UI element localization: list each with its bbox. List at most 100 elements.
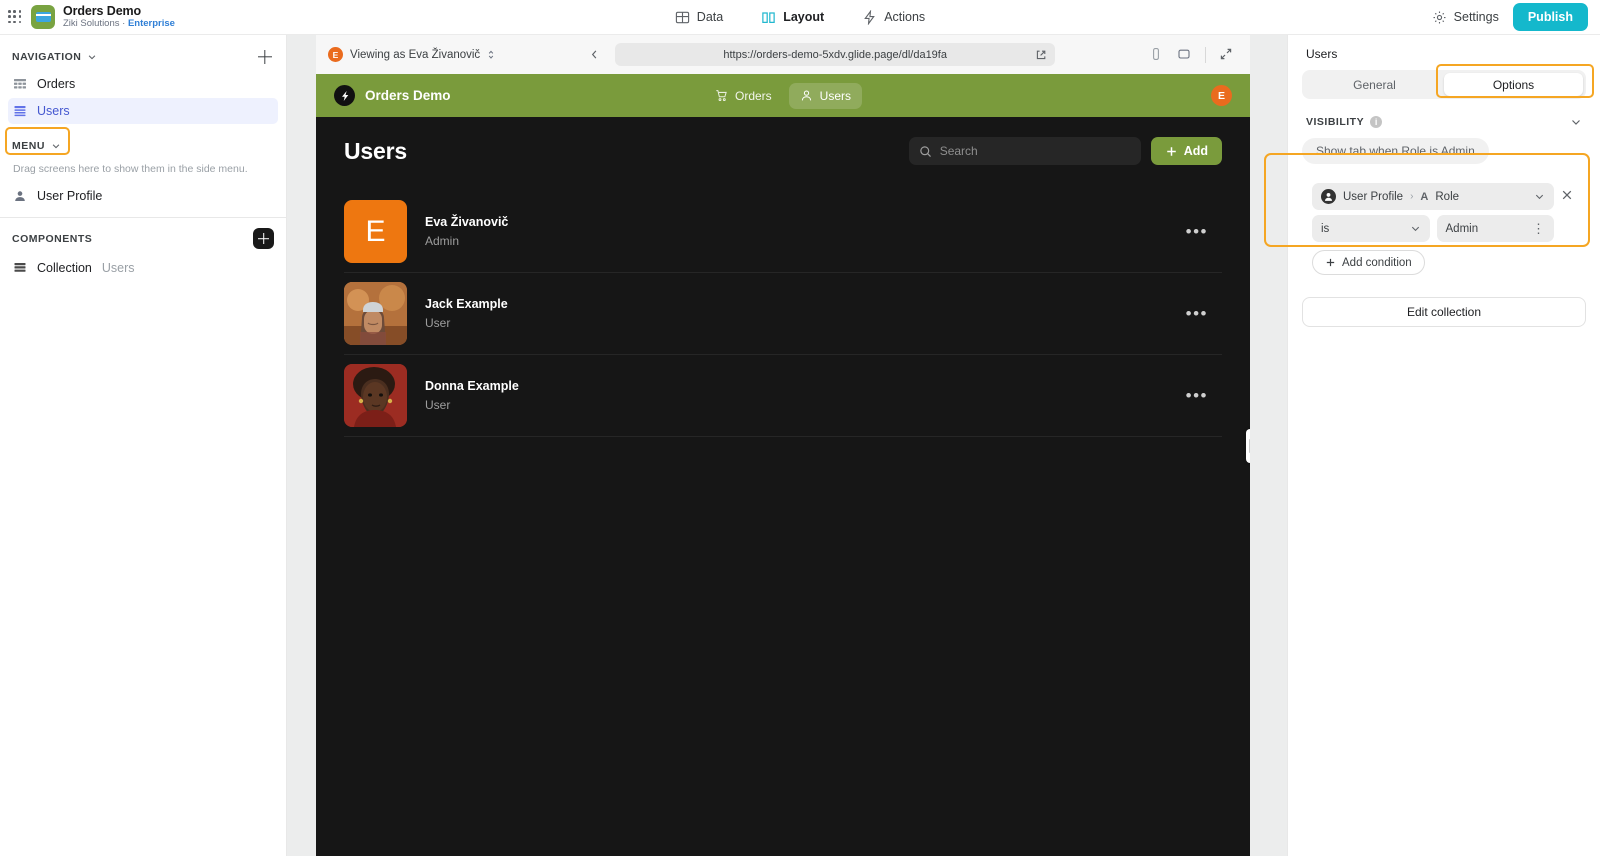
preview-brand[interactable]: Orders Demo <box>334 85 451 106</box>
sidebar-item-users[interactable]: Users <box>8 98 278 124</box>
tablet-icon[interactable] <box>1177 47 1192 62</box>
close-icon[interactable] <box>1560 188 1576 204</box>
topbar-tabs: Data Layout Actions <box>0 0 1600 34</box>
open-external-icon[interactable] <box>1035 49 1047 61</box>
avatar-photo <box>344 364 407 427</box>
table-row[interactable]: Donna Example User ••• <box>344 355 1222 437</box>
row-role: User <box>425 397 451 412</box>
add-screen-button[interactable] <box>256 48 274 66</box>
avatar <box>344 364 407 427</box>
apps-grid-icon[interactable] <box>7 9 23 25</box>
add-button[interactable]: Add <box>1150 137 1222 165</box>
toolbar-separator <box>1205 46 1206 63</box>
row-role: User <box>425 315 451 330</box>
components-label: COMPONENTS <box>12 232 93 245</box>
add-condition-button[interactable]: Add condition <box>1312 250 1425 275</box>
settings-button[interactable]: Settings <box>1432 10 1499 25</box>
visibility-summary-pill[interactable]: Show tab when Role is Admin <box>1302 138 1489 164</box>
visibility-label: VISIBILITY <box>1306 116 1365 128</box>
visibility-section-header: VISIBILITY i <box>1302 116 1586 128</box>
app-preview: E Viewing as Eva Živanovič https://order… <box>316 35 1250 856</box>
expand-icon[interactable] <box>1219 47 1234 62</box>
component-item-collection[interactable]: Collection Users <box>8 255 278 281</box>
components-section-header: COMPONENTS <box>0 224 286 254</box>
chevron-down-icon <box>1410 223 1421 234</box>
tab-data[interactable]: Data <box>673 0 725 35</box>
edit-collection-button[interactable]: Edit collection <box>1302 297 1586 327</box>
condition-source-label: User Profile <box>1343 190 1404 203</box>
chevron-down-icon[interactable] <box>87 52 97 62</box>
preview-title-row: Users Add <box>344 137 1222 165</box>
info-icon[interactable]: i <box>1370 116 1383 128</box>
add-component-button[interactable] <box>253 228 274 250</box>
plan-badge: Enterprise <box>127 17 175 29</box>
canvas-area: E Viewing as Eva Živanovič https://order… <box>287 35 1287 856</box>
layout-icon <box>761 10 776 25</box>
row-menu-button[interactable]: ••• <box>1186 387 1222 404</box>
column-type-abbr: A <box>1420 190 1429 203</box>
app-title: Orders Demo <box>63 4 142 19</box>
publish-button[interactable]: Publish <box>1512 3 1588 31</box>
preview-tab-orders[interactable]: Orders <box>704 83 783 109</box>
topbar-right: Settings Publish <box>1432 3 1600 31</box>
avatar: E <box>344 200 407 263</box>
condition-operator-select[interactable]: is <box>1312 215 1430 242</box>
preview-app-header: Orders Demo Orders Users E <box>316 74 1250 117</box>
chevron-down-icon[interactable] <box>1570 116 1582 128</box>
sidebar-item-users-label: Users <box>37 104 70 118</box>
preview-back-button[interactable] <box>583 44 605 66</box>
add-condition-label: Add condition <box>1342 256 1412 269</box>
preview-url-text: https://orders-demo-5xdv.glide.page/dl/d… <box>723 48 947 61</box>
more-options-icon[interactable]: ⋮ <box>1532 222 1545 235</box>
avatar-photo <box>344 282 407 345</box>
collection-icon <box>13 261 27 275</box>
app-logo-icon[interactable] <box>31 4 55 29</box>
preview-url-bar[interactable]: https://orders-demo-5xdv.glide.page/dl/d… <box>615 43 1056 66</box>
row-menu-button[interactable]: ••• <box>1186 305 1222 322</box>
search-input[interactable] <box>939 144 1131 158</box>
preview-resize-handle[interactable] <box>1246 428 1250 463</box>
person-icon <box>13 189 27 203</box>
menu-drop-hint: Drag screens here to show them in the si… <box>13 163 248 175</box>
table-row[interactable]: Jack Example User ••• <box>344 273 1222 355</box>
left-sidebar: NAVIGATION Orders Users MENU Drag screen… <box>0 35 287 856</box>
preview-toolbar: E Viewing as Eva Živanovič https://order… <box>316 35 1250 74</box>
preview-tab-users[interactable]: Users <box>788 82 863 109</box>
tab-layout[interactable]: Layout <box>759 0 826 35</box>
table-grid-icon <box>13 77 27 91</box>
condition-value-field[interactable]: Admin ⋮ <box>1436 215 1554 242</box>
chevron-down-icon[interactable] <box>51 141 61 151</box>
row-menu-button[interactable]: ••• <box>1186 223 1222 240</box>
avatar-initial: E <box>365 214 386 248</box>
phone-icon[interactable] <box>1149 47 1164 62</box>
condition-fields: User Profile › A Role is Admin ⋮ Add con… <box>1312 183 1554 275</box>
table-row[interactable]: E Eva Živanovič Admin ••• <box>344 191 1222 273</box>
menu-label: MENU <box>12 140 45 152</box>
app-identity: Orders Demo Ziki Solutions · Enterprise <box>63 4 175 29</box>
tab-general[interactable]: General <box>1305 73 1444 96</box>
sidebar-item-user-profile[interactable]: User Profile <box>8 183 278 209</box>
row-name: Donna Example <box>425 379 519 394</box>
component-item-label: Collection <box>37 260 92 275</box>
tab-actions[interactable]: Actions <box>860 0 927 35</box>
navigation-label: NAVIGATION <box>12 51 82 63</box>
preview-user-avatar[interactable]: E <box>1211 85 1232 106</box>
sidebar-item-orders[interactable]: Orders <box>8 71 278 97</box>
right-panel: Users General Options VISIBILITY i Show … <box>1264 35 1600 856</box>
row-name: Jack Example <box>425 297 508 312</box>
menu-section-header: MENU <box>0 133 286 159</box>
subtitle-separator: · <box>122 17 126 29</box>
search-box[interactable] <box>908 137 1141 165</box>
plus-icon <box>1165 145 1178 158</box>
search-icon <box>919 145 932 158</box>
tab-data-label: Data <box>696 10 724 24</box>
avatar <box>344 282 407 345</box>
tab-options[interactable]: Options <box>1444 73 1583 96</box>
viewing-as-label: Viewing as Eva Živanovič <box>350 48 481 61</box>
add-button-label: Add <box>1183 144 1208 158</box>
avatar: E <box>328 47 343 62</box>
row-text: Eva Živanovič Admin <box>425 213 508 250</box>
condition-source-select[interactable]: User Profile › A Role <box>1312 183 1554 210</box>
viewing-as-selector[interactable]: E Viewing as Eva Živanovič <box>328 47 495 62</box>
sidebar-item-user-profile-label: User Profile <box>37 188 103 203</box>
